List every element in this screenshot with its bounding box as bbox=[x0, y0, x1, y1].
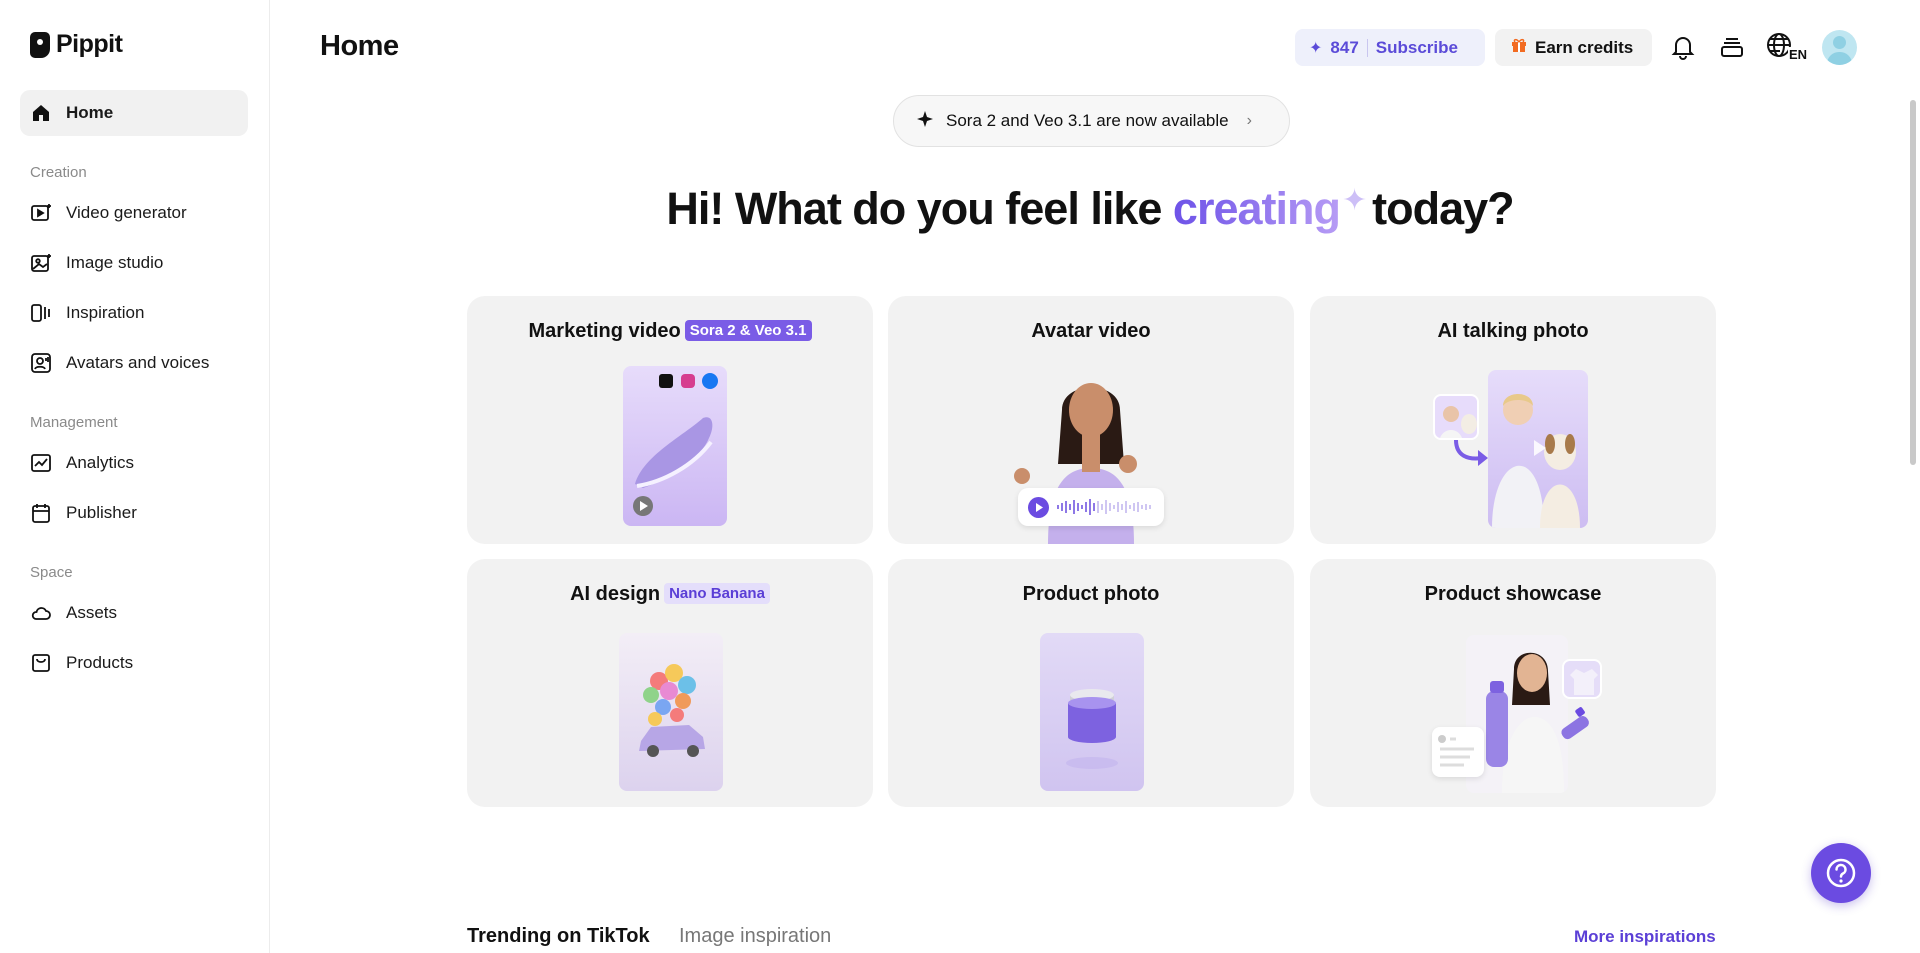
page-title: Home bbox=[320, 30, 399, 62]
ai-design-thumbnail bbox=[619, 633, 723, 791]
earn-credits-button[interactable]: Earn credits bbox=[1495, 29, 1652, 66]
pippit-logo[interactable]: Pippit bbox=[30, 30, 123, 59]
hero-heading: Hi! What do you feel like creating✦ today… bbox=[0, 183, 1920, 235]
section-label-creation: Creation bbox=[30, 164, 87, 181]
sparkle-icon bbox=[916, 110, 934, 133]
card-title: Marketing video Sora 2 & Veo 3.1 bbox=[467, 320, 873, 343]
model-badge: Nano Banana bbox=[664, 583, 770, 604]
card-ai-talking-photo[interactable]: AI talking photo bbox=[1310, 296, 1716, 544]
avatar-voice-icon bbox=[30, 352, 52, 374]
sidebar-item-label: Analytics bbox=[66, 453, 135, 472]
sidebar-item-inspiration[interactable]: Inspiration bbox=[20, 290, 248, 336]
sidebar-item-avatars-voices[interactable]: Avatars and voices bbox=[20, 340, 248, 386]
card-title-text: Marketing video bbox=[528, 320, 681, 342]
sidebar-item-analytics[interactable]: Analytics bbox=[20, 440, 248, 486]
cloud-icon bbox=[30, 602, 52, 624]
card-title-text: Avatar video bbox=[1031, 320, 1151, 342]
play-icon bbox=[1028, 497, 1049, 518]
brand-name: Pippit bbox=[56, 30, 123, 58]
sidebar-item-assets[interactable]: Assets bbox=[20, 590, 248, 636]
waveform-icon bbox=[1057, 499, 1151, 515]
gift-icon bbox=[1511, 37, 1527, 58]
marketing-video-thumbnail bbox=[623, 366, 727, 526]
help-icon bbox=[1826, 858, 1856, 888]
tab-trending-tiktok[interactable]: Trending on TikTok bbox=[467, 925, 650, 948]
sparkle-icon: ✦ bbox=[1309, 39, 1323, 57]
sidebar-item-image-studio[interactable]: Image studio bbox=[20, 240, 248, 286]
sidebar: Pippit Home Creation Video generator Ima… bbox=[0, 0, 270, 953]
section-label-space: Space bbox=[30, 564, 73, 581]
sidebar-item-label: Products bbox=[66, 653, 134, 672]
notification-bell-icon[interactable] bbox=[1668, 32, 1698, 62]
page-scrollbar[interactable] bbox=[1910, 100, 1916, 465]
announcement-text: Sora 2 and Veo 3.1 are now available bbox=[946, 111, 1229, 130]
model-badge: Sora 2 & Veo 3.1 bbox=[684, 320, 812, 341]
talking-photo-thumbnail bbox=[1488, 370, 1588, 528]
layers-icon[interactable] bbox=[1717, 32, 1747, 62]
hero-suffix: today? bbox=[1372, 183, 1515, 234]
card-title-text: Product showcase bbox=[1424, 583, 1602, 605]
tab-image-inspiration[interactable]: Image inspiration bbox=[679, 925, 831, 948]
sidebar-item-publisher[interactable]: Publisher bbox=[20, 490, 248, 536]
product-box-icon bbox=[30, 652, 52, 674]
credits-subscribe-pill[interactable]: ✦ 847 Subscribe bbox=[1295, 29, 1485, 66]
sidebar-item-label: Publisher bbox=[66, 503, 137, 522]
subscribe-button[interactable]: Subscribe bbox=[1376, 38, 1458, 58]
sidebar-item-home[interactable]: Home bbox=[20, 90, 248, 136]
card-title-text: Product photo bbox=[1022, 583, 1160, 605]
user-avatar[interactable] bbox=[1822, 30, 1857, 65]
shirt-thumbnail bbox=[1562, 659, 1602, 699]
language-code: EN bbox=[1788, 47, 1809, 62]
card-product-showcase[interactable]: Product showcase bbox=[1310, 559, 1716, 807]
inspiration-icon bbox=[30, 302, 52, 324]
card-product-photo[interactable]: Product photo bbox=[888, 559, 1294, 807]
sidebar-item-label: Inspiration bbox=[66, 303, 145, 322]
product-photo-thumbnail bbox=[1040, 633, 1144, 791]
image-studio-icon bbox=[30, 252, 52, 274]
sidebar-item-products[interactable]: Products bbox=[20, 640, 248, 686]
card-marketing-video[interactable]: Marketing video Sora 2 & Veo 3.1 bbox=[467, 296, 873, 544]
sidebar-item-label: Avatars and voices bbox=[66, 353, 210, 372]
section-label-management: Management bbox=[30, 414, 118, 431]
calendar-icon bbox=[30, 502, 52, 524]
source-photo-thumbnail bbox=[1433, 394, 1479, 440]
bottle-thumbnail bbox=[1554, 707, 1598, 747]
hero-prefix: Hi! What do you feel like bbox=[666, 183, 1162, 234]
language-globe-icon[interactable]: EN bbox=[1766, 32, 1809, 62]
pippit-logo-icon bbox=[30, 31, 50, 58]
card-avatar-video[interactable]: Avatar video bbox=[888, 296, 1294, 544]
audio-waveform-player bbox=[1018, 488, 1164, 526]
announcement-banner[interactable]: Sora 2 and Veo 3.1 are now available › bbox=[893, 95, 1290, 147]
review-card bbox=[1432, 727, 1484, 777]
sidebar-item-label: Image studio bbox=[66, 253, 164, 272]
arrow-right-icon bbox=[1454, 439, 1488, 466]
chevron-right-icon: › bbox=[1246, 112, 1252, 129]
analytics-icon bbox=[30, 452, 52, 474]
divider bbox=[1366, 38, 1368, 57]
card-title-text: AI design bbox=[570, 583, 661, 605]
home-icon bbox=[30, 102, 52, 124]
card-title: AI design Nano Banana bbox=[467, 583, 873, 606]
earn-credits-label: Earn credits bbox=[1535, 37, 1634, 57]
sidebar-item-label: Home bbox=[66, 103, 114, 122]
sidebar-item-label: Assets bbox=[66, 603, 118, 622]
help-button[interactable] bbox=[1811, 843, 1871, 903]
hero-highlight: creating bbox=[1172, 183, 1341, 234]
card-ai-design[interactable]: AI design Nano Banana bbox=[467, 559, 873, 807]
sparkle-icon: ✦ bbox=[1341, 184, 1367, 217]
credits-count: 847 bbox=[1330, 37, 1359, 57]
card-title-text: AI talking photo bbox=[1437, 320, 1589, 342]
more-inspirations-link[interactable]: More inspirations bbox=[1574, 927, 1716, 947]
